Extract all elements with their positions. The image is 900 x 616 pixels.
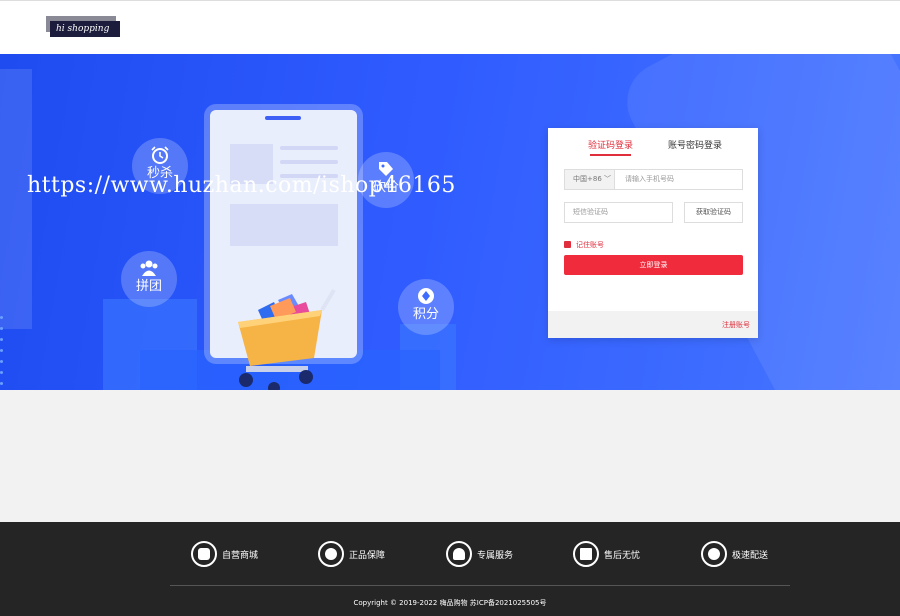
banner: 秒杀 砍价 拼团 积分 https://www.huzhan.com/ishop…	[0, 54, 900, 390]
chevron-down-icon: ﹀	[604, 175, 612, 183]
bubble-label: 积分	[412, 307, 439, 322]
phone-banner-placeholder	[230, 204, 338, 246]
remember-label: 记住账号	[576, 241, 604, 249]
login-button[interactable]: 立即登录	[564, 255, 743, 275]
login-tabs: 验证码登录 账号密码登录	[548, 138, 758, 158]
bubble-label: 拼团	[135, 279, 162, 294]
group-users-icon	[140, 260, 158, 276]
get-code-button[interactable]: 获取验证码	[684, 202, 743, 223]
feature-label: 极速配送	[732, 551, 769, 561]
feature-label: 售后无忧	[604, 551, 641, 561]
tab-password-login[interactable]: 账号密码登录	[668, 138, 722, 151]
banner-dots	[0, 316, 4, 390]
copyright: Copyright © 2019-2022 嗨品购物 苏ICP备20210255…	[353, 599, 547, 607]
phone-text-line	[280, 160, 338, 164]
footer-divider	[170, 585, 790, 586]
register-link[interactable]: 注册账号	[722, 320, 750, 330]
country-code-label: 中国+86	[573, 175, 602, 183]
phone-field[interactable]: 中国+86 ﹀ 请输入手机号码	[564, 169, 743, 190]
phone-input-placeholder: 请输入手机号码	[625, 175, 674, 183]
feature-label: 正品保障	[349, 551, 386, 561]
country-code-select[interactable]: 中国+86 ﹀	[565, 170, 615, 189]
banner-decoration	[0, 69, 32, 329]
bubble-points[interactable]: 积分	[398, 279, 454, 335]
bubble-group-buy[interactable]: 拼团	[121, 251, 177, 307]
phone-notch	[265, 116, 301, 120]
footer: 自营商城 正品保障 专属服务 售后无忧 极速配送 Copyright © 201…	[0, 522, 900, 616]
sms-code-input[interactable]: 短信验证码	[564, 202, 673, 223]
remember-checkbox[interactable]	[564, 241, 571, 248]
login-footer: 注册账号	[548, 311, 758, 338]
tab-sms-login[interactable]: 验证码登录	[588, 138, 633, 156]
login-panel: 验证码登录 账号密码登录 中国+86 ﹀ 请输入手机号码 短信验证码 获取验证码…	[548, 128, 758, 338]
remember-account[interactable]: 记住账号	[564, 240, 604, 250]
shopping-cart-icon	[238, 288, 336, 390]
service-agent-icon	[446, 541, 472, 567]
alarm-clock-icon	[151, 146, 169, 164]
phone-text-line	[280, 146, 338, 150]
feature-label: 自营商城	[222, 551, 259, 561]
delivery-truck-icon	[573, 541, 599, 567]
header: hi shopping	[0, 0, 900, 54]
feature-label: 专属服务	[477, 551, 514, 561]
diamond-icon	[418, 288, 434, 304]
award-badge-icon	[318, 541, 344, 567]
logo-text: hi shopping	[50, 21, 120, 37]
watermark-url: https://www.huzhan.com/ishop46165	[27, 173, 456, 198]
store-icon	[191, 541, 217, 567]
yen-coin-icon	[701, 541, 727, 567]
logo[interactable]: hi shopping	[46, 16, 120, 37]
